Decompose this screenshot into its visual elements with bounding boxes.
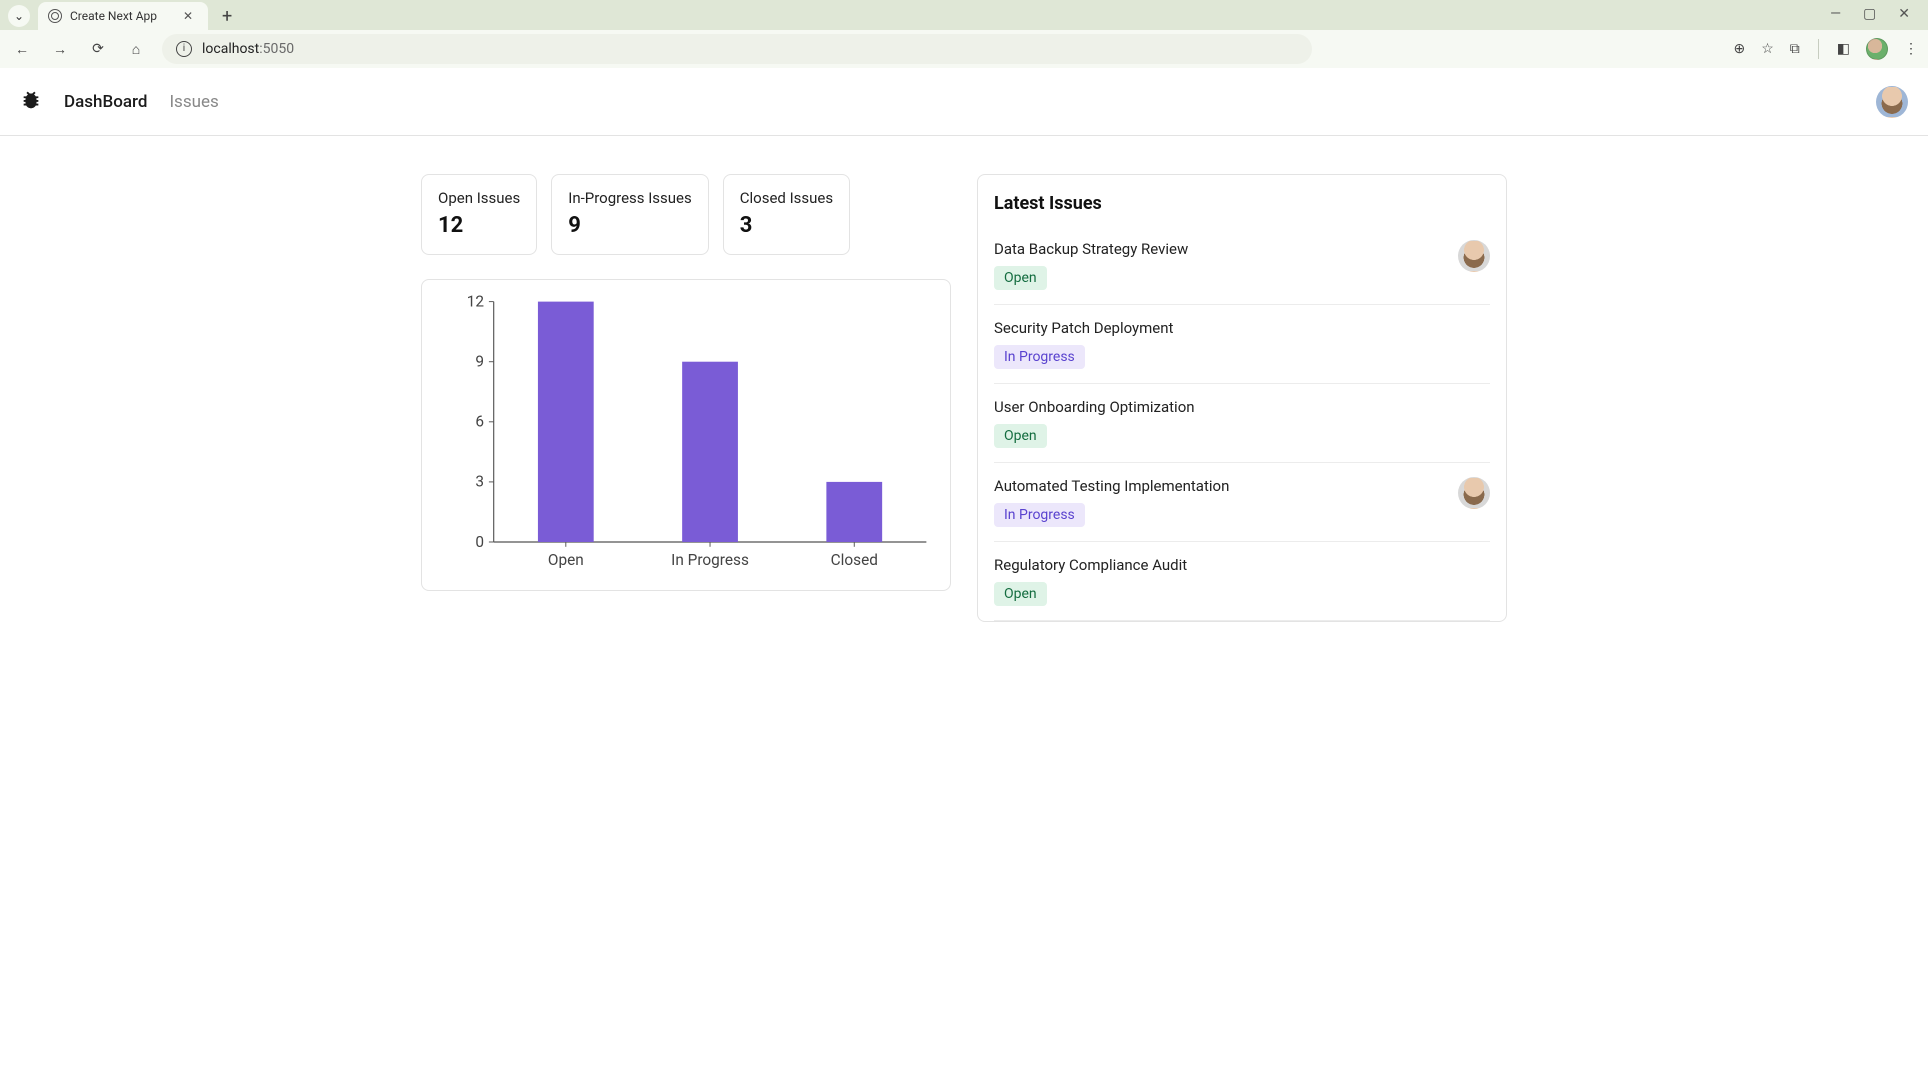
nav-back-button[interactable]: ← (10, 37, 34, 61)
user-avatar[interactable] (1876, 86, 1908, 118)
issue-title[interactable]: Automated Testing Implementation (994, 477, 1448, 495)
stat-label: In-Progress Issues (568, 189, 692, 207)
status-badge-inprogress: In Progress (994, 503, 1085, 527)
browser-toolbar: ← → ⟳ ⌂ i localhost:5050 ⊕ ☆ ⧉ ◧ ⋮ (0, 30, 1928, 68)
globe-icon (48, 9, 62, 23)
svg-text:6: 6 (475, 413, 484, 431)
url-host: localhost (202, 41, 259, 57)
nav-home-button[interactable]: ⌂ (124, 37, 148, 61)
issue-row[interactable]: User Onboarding Optimization Open (994, 384, 1490, 463)
stat-card-closed[interactable]: Closed Issues 3 (723, 174, 850, 255)
tabs-dropdown-button[interactable]: ⌄ (8, 5, 30, 27)
issue-row[interactable]: Automated Testing Implementation In Progr… (994, 463, 1490, 542)
window-close-button[interactable]: ✕ (1898, 6, 1910, 22)
status-badge-open: Open (994, 266, 1047, 290)
stat-label: Open Issues (438, 189, 520, 207)
svg-text:3: 3 (475, 473, 484, 491)
svg-text:Open: Open (548, 551, 584, 569)
latest-issues-panel: Latest Issues Data Backup Strategy Revie… (977, 174, 1507, 622)
stat-label: Closed Issues (740, 189, 833, 207)
stats-row: Open Issues 12 In-Progress Issues 9 Clos… (421, 174, 951, 255)
address-bar[interactable]: i localhost:5050 (162, 34, 1312, 64)
issue-title[interactable]: Data Backup Strategy Review (994, 240, 1448, 258)
toolbar-separator (1818, 39, 1819, 59)
window-maximize-button[interactable]: ▢ (1863, 6, 1876, 22)
zoom-icon[interactable]: ⊕ (1733, 41, 1745, 57)
stat-card-open[interactable]: Open Issues 12 (421, 174, 537, 255)
window-minimize-button[interactable]: — (1830, 6, 1841, 22)
url-port: :5050 (259, 41, 294, 57)
close-tab-icon[interactable]: ✕ (183, 9, 193, 23)
browser-chrome: ⌄ Create Next App ✕ + — ▢ ✕ (0, 0, 1928, 30)
issue-row[interactable]: Data Backup Strategy Review Open (994, 228, 1490, 305)
status-badge-open: Open (994, 424, 1047, 448)
assignee-avatar[interactable] (1458, 477, 1490, 509)
stat-value: 9 (568, 213, 692, 238)
assignee-avatar[interactable] (1458, 240, 1490, 272)
status-badge-inprogress: In Progress (994, 345, 1085, 369)
svg-text:In Progress: In Progress (671, 551, 749, 569)
site-info-icon[interactable]: i (176, 41, 192, 57)
svg-text:Closed: Closed (831, 551, 878, 569)
nav-link-dashboard[interactable]: DashBoard (64, 92, 147, 112)
tab-title: Create Next App (70, 9, 157, 23)
issue-title[interactable]: Security Patch Deployment (994, 319, 1490, 337)
issue-row[interactable]: Security Patch Deployment In Progress (994, 305, 1490, 384)
star-icon[interactable]: ☆ (1761, 41, 1774, 57)
stat-value: 3 (740, 213, 833, 238)
issue-status-chart: 0 3 6 9 12 Open In Progress Closed (421, 279, 951, 591)
nav-forward-button[interactable]: → (48, 37, 72, 61)
new-tab-button[interactable]: + (216, 6, 238, 27)
stat-card-inprogress[interactable]: In-Progress Issues 9 (551, 174, 709, 255)
nav-reload-button[interactable]: ⟳ (86, 37, 110, 61)
panel-heading: Latest Issues (994, 193, 1490, 214)
stat-value: 12 (438, 213, 520, 238)
issue-title[interactable]: Regulatory Compliance Audit (994, 556, 1490, 574)
status-badge-open: Open (994, 582, 1047, 606)
bug-logo-icon[interactable] (20, 89, 42, 115)
svg-text:9: 9 (475, 353, 484, 371)
issue-title[interactable]: User Onboarding Optimization (994, 398, 1490, 416)
profile-avatar-icon[interactable] (1866, 38, 1888, 60)
extensions-icon[interactable]: ⧉ (1790, 41, 1800, 57)
nav-link-issues[interactable]: Issues (169, 92, 218, 112)
browser-tab[interactable]: Create Next App ✕ (38, 2, 208, 30)
bar-chart-svg: 0 3 6 9 12 Open In Progress Closed (436, 292, 936, 580)
svg-text:12: 12 (467, 292, 485, 310)
sidepanel-icon[interactable]: ◧ (1837, 41, 1850, 57)
kebab-menu-icon[interactable]: ⋮ (1904, 41, 1918, 57)
app-navbar: DashBoard Issues (0, 68, 1928, 136)
issue-row[interactable]: Regulatory Compliance Audit Open (994, 542, 1490, 621)
svg-text:0: 0 (475, 533, 484, 551)
